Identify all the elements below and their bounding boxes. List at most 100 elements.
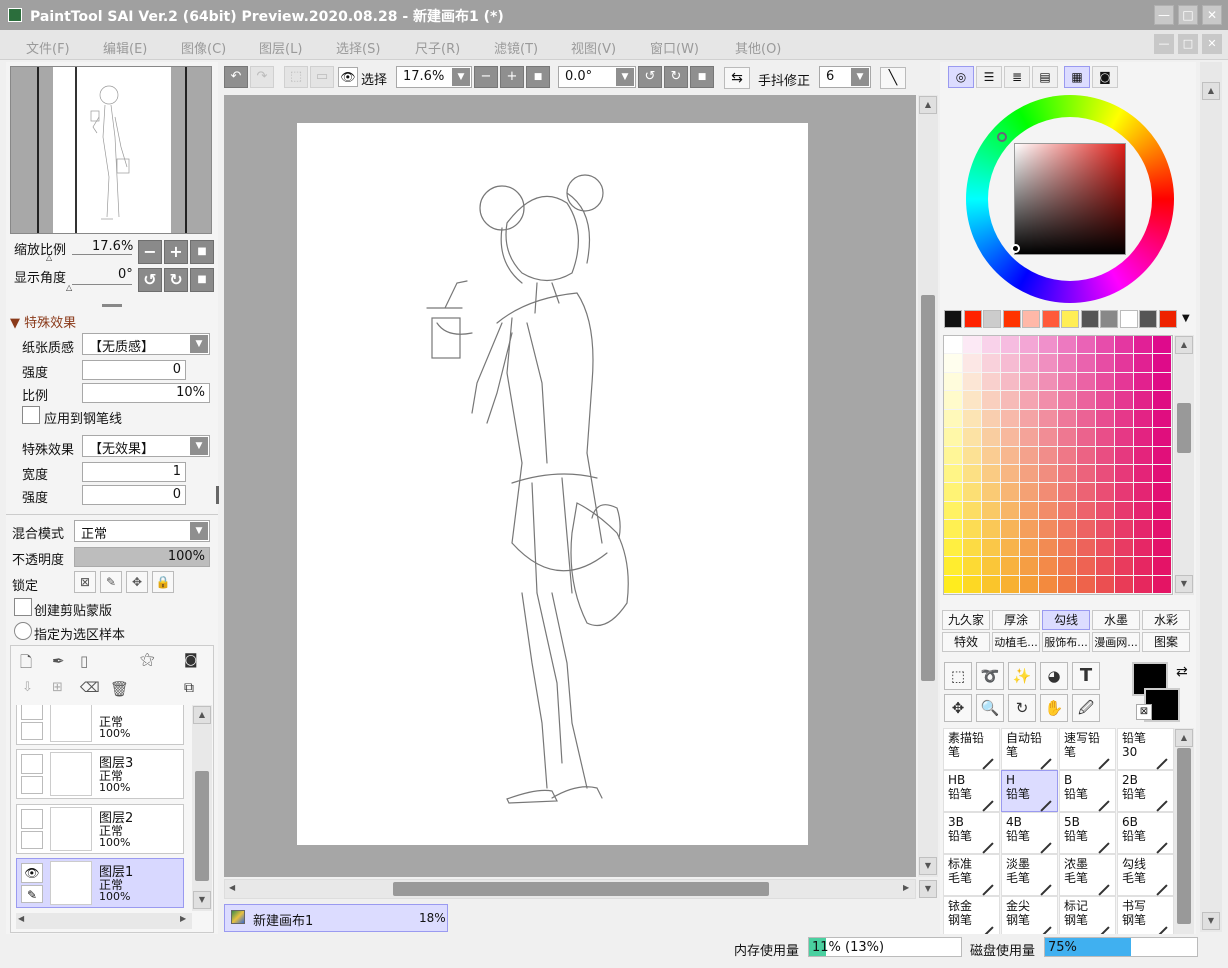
color-table-scrollbar[interactable]: ▲ ▼ [1174,335,1194,595]
color-cell[interactable] [1115,372,1133,391]
color-cell[interactable] [963,372,981,391]
document-tab[interactable]: 新建画布1 18% [224,904,448,932]
color-cell[interactable] [1115,557,1133,575]
merge-down-icon[interactable]: ⊞ [52,680,63,695]
palette-swatch[interactable] [1061,310,1079,328]
color-cell[interactable] [1115,409,1133,428]
eye-icon[interactable]: 👁 [21,863,43,883]
move-icon[interactable]: ✥ [944,694,972,722]
brush-cell[interactable]: 铅笔 30 [1117,728,1174,770]
eyedropper-icon[interactable]: 🖉 [1072,694,1100,722]
palette-swatch[interactable] [1158,310,1177,328]
palette-swatch[interactable] [983,310,1001,328]
color-cell[interactable] [1134,446,1152,464]
scroll-down-arrow[interactable]: ▼ [1202,912,1220,930]
menu-file[interactable]: 文件(F) [26,38,70,57]
canvas-vscrollbar[interactable]: ▲ ▼ [918,95,938,877]
color-cell[interactable] [1077,538,1095,557]
zoom-slider[interactable] [72,254,132,255]
color-cell[interactable] [944,538,962,557]
menu-window[interactable]: 窗口(W) [650,38,699,57]
color-cell[interactable] [1115,391,1133,409]
color-cell[interactable] [1001,391,1019,409]
color-cell[interactable] [1058,372,1076,391]
color-cell[interactable] [1001,336,1019,354]
color-cell[interactable] [1077,372,1095,391]
hand-icon[interactable]: ✋ [1040,694,1068,722]
new-folder-icon[interactable]: ▯ [80,652,88,670]
brush-cell[interactable]: 浓墨 毛笔 [1059,854,1116,896]
effect-width-field[interactable]: 1 [82,462,186,482]
color-cell[interactable] [1039,409,1057,428]
color-cell[interactable] [1153,409,1171,428]
color-cell[interactable] [1001,575,1019,593]
color-cell[interactable] [982,520,1000,538]
color-cell[interactable] [1058,465,1076,483]
color-cell[interactable] [963,336,981,354]
menu-ruler[interactable]: 尺子(R) [415,38,460,57]
color-cell[interactable] [944,391,962,409]
color-cell[interactable] [982,501,1000,520]
color-cell[interactable] [1020,336,1038,354]
color-cell[interactable] [982,538,1000,557]
color-cell[interactable] [1039,501,1057,520]
lock-paint-icon[interactable]: ✎ [100,571,122,593]
visibility-toggle[interactable] [21,705,43,720]
scroll-thumb[interactable] [1177,748,1191,924]
lock-move-icon[interactable]: ✥ [126,571,148,593]
hue-marker[interactable] [997,132,1007,142]
blend-mode-dropdown[interactable]: 正常 ▼ [74,520,210,542]
splitter-grip[interactable] [102,304,122,307]
color-cell[interactable] [1134,483,1152,501]
palette-menu-arrow[interactable]: ▼ [1182,313,1190,324]
rotate-ccw-button[interactable]: ↺ [138,268,162,292]
menu-layer[interactable]: 图层(L) [259,38,302,57]
clear-layer-icon[interactable]: ⌫ [80,680,100,696]
color-cell[interactable] [1115,446,1133,464]
color-cell[interactable] [1020,465,1038,483]
new-layer-icon[interactable]: 🗋 [20,652,32,677]
color-cell[interactable] [1001,557,1019,575]
brushset-tab[interactable]: 图案 [1142,632,1190,652]
color-cell[interactable] [1020,501,1038,520]
brushset-tab[interactable]: 水墨 [1092,610,1140,630]
scroll-right-arrow[interactable]: ▶ [903,883,909,892]
panel-vscrollbar[interactable]: ▲ ▼ [1200,62,1222,932]
doc-restore-button[interactable]: □ [1178,34,1198,54]
color-cell[interactable] [1134,336,1152,354]
color-cell[interactable] [1096,428,1114,446]
color-cell[interactable] [1020,354,1038,372]
color-cell[interactable] [1058,501,1076,520]
visibility-toggle[interactable] [21,809,43,829]
layer-hscrollbar[interactable]: ◀ ▶ [16,913,192,929]
color-cell[interactable] [1020,538,1038,557]
brush-cell[interactable]: 淡墨 毛笔 [1001,854,1058,896]
color-cell[interactable] [1058,391,1076,409]
color-cell[interactable] [1153,557,1171,575]
effects-section-header[interactable]: ▼ 特殊效果 [10,312,76,331]
color-cell[interactable] [1134,465,1152,483]
menu-edit[interactable]: 编辑(E) [103,38,147,57]
scroll-thumb[interactable] [393,882,769,896]
effect-strength-field[interactable]: 0 [82,485,186,505]
color-cell[interactable] [963,354,981,372]
color-cell[interactable] [1096,336,1114,354]
color-cell[interactable] [982,354,1000,372]
rotate-reset-button[interactable]: ■ [190,268,214,292]
color-cell[interactable] [1039,520,1057,538]
color-cell[interactable] [1115,501,1133,520]
color-table[interactable] [943,335,1173,595]
scroll-up-arrow[interactable]: ▲ [1175,729,1193,747]
zoom-reset-button[interactable]: ■ [190,240,214,264]
scroll-up-arrow[interactable]: ▲ [1175,336,1193,354]
zoom-out-button[interactable]: − [138,240,162,264]
color-cell[interactable] [1153,465,1171,483]
scroll-left-arrow[interactable]: ◀ [18,914,24,923]
brush-cell[interactable]: 自动铅笔 [1001,728,1058,770]
color-cell[interactable] [944,483,962,501]
color-cell[interactable] [982,465,1000,483]
brush-scrollbar[interactable]: ▲ [1174,728,1194,934]
color-cell[interactable] [1077,483,1095,501]
color-cell[interactable] [1001,538,1019,557]
redo-button[interactable]: ↷ [250,66,274,88]
